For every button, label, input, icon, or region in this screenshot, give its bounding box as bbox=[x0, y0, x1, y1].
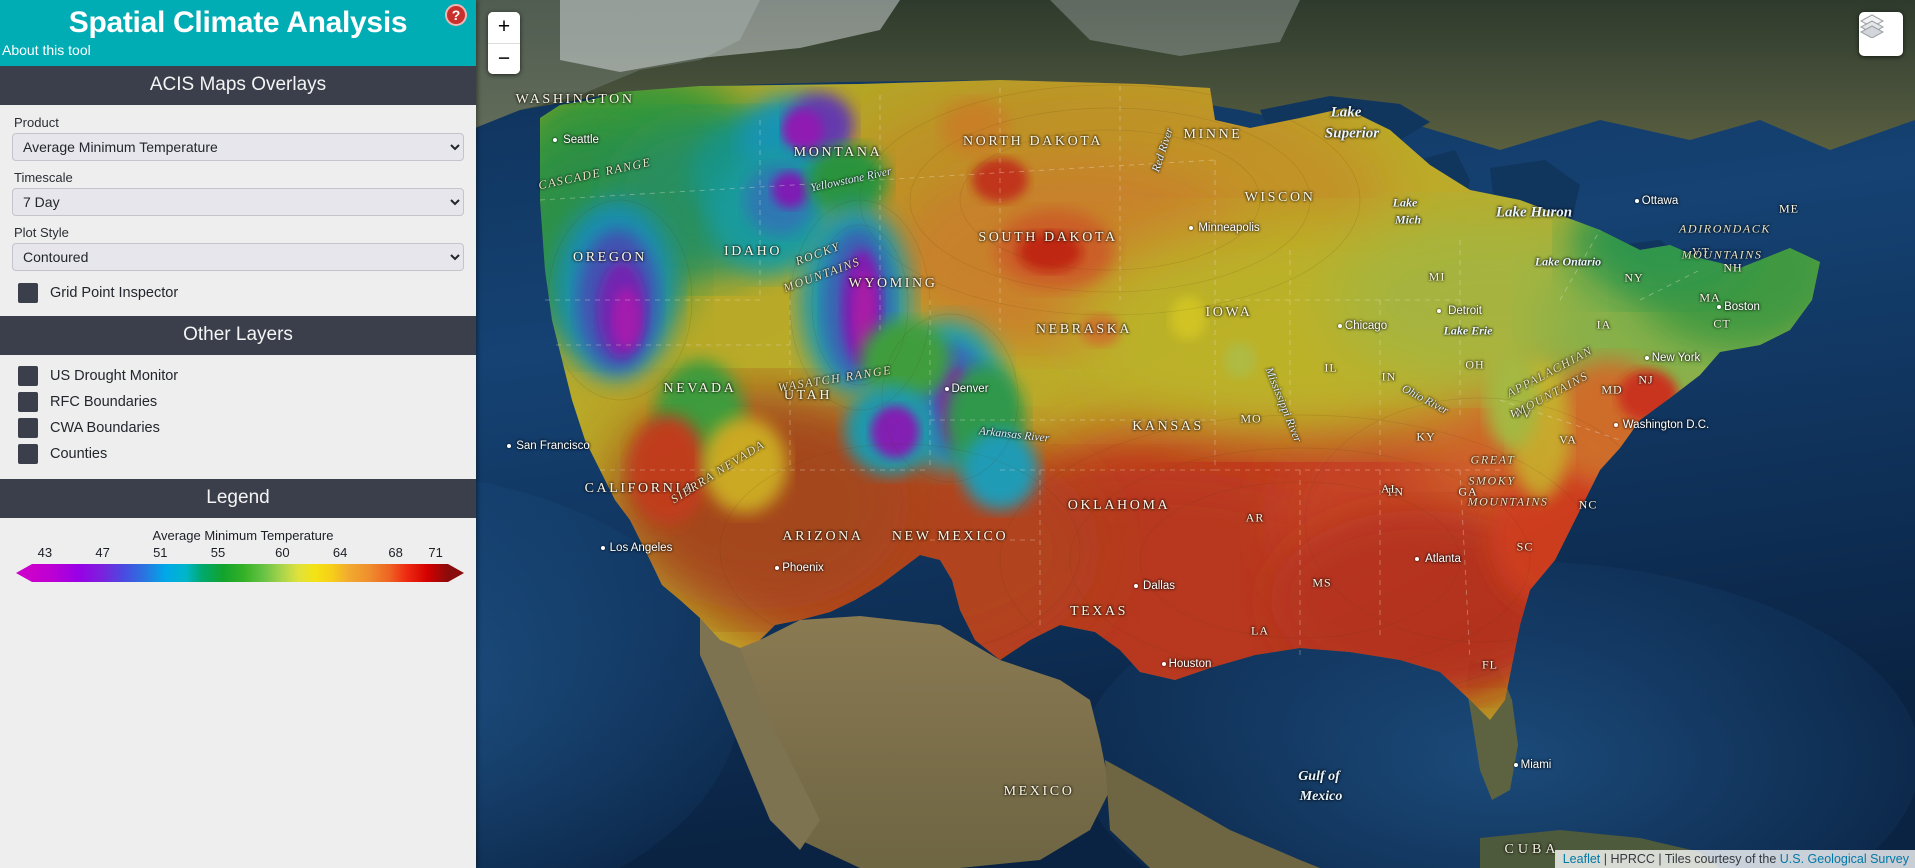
timescale-select[interactable]: 7 Day bbox=[12, 188, 464, 217]
layer-row-rfc-boundaries[interactable]: RFC Boundaries bbox=[12, 389, 464, 415]
legend-title: Average Minimum Temperature bbox=[152, 528, 334, 544]
map-city-dot bbox=[945, 387, 949, 391]
map-city-dot bbox=[1614, 423, 1618, 427]
cwa-boundaries-checkbox[interactable] bbox=[18, 418, 38, 439]
map-city-dot bbox=[1162, 662, 1166, 666]
grid-point-inspector-label: Grid Point Inspector bbox=[50, 285, 179, 302]
product-select[interactable]: Average Minimum Temperature bbox=[12, 133, 464, 162]
map-city-dot bbox=[507, 444, 511, 448]
map-city-dot bbox=[1645, 356, 1649, 360]
map-attribution[interactable]: Leaflet | HPRCC | Tiles courtesy of the … bbox=[1554, 850, 1915, 868]
map-city-dot bbox=[1189, 226, 1193, 230]
about-this-tool-link[interactable]: About this tool bbox=[0, 41, 476, 63]
map-city-dot bbox=[1415, 557, 1419, 561]
legend-tick-47: 47 bbox=[95, 545, 110, 561]
rfc-boundaries-label: RFC Boundaries bbox=[50, 394, 158, 411]
acis-overlays-header: ACIS Maps Overlays bbox=[0, 66, 476, 106]
acis-overlays-body: Product Average Minimum Temperature Time… bbox=[0, 105, 476, 317]
product-field: Product Average Minimum Temperature bbox=[12, 115, 464, 162]
plot-style-select[interactable]: Contoured bbox=[12, 243, 464, 272]
legend-tick-68: 68 bbox=[388, 545, 403, 561]
us-drought-monitor-checkbox[interactable] bbox=[18, 366, 38, 387]
app-root: WASHINGTON MONTANA NORTH DAKOTA SOUTH DAKOT… bbox=[0, 0, 1915, 868]
map-city-dot bbox=[775, 566, 779, 570]
legend-body: Average Minimum Temperature 43 47 51 55 60 64… bbox=[0, 518, 476, 599]
attribution-provider: HPRCC bbox=[1610, 852, 1655, 866]
layer-row-cwa-boundaries[interactable]: CWA Boundaries bbox=[12, 415, 464, 441]
zoom-out-button[interactable]: − bbox=[488, 43, 520, 74]
legend-tick-43: 43 bbox=[37, 545, 53, 561]
legend-tick-51: 51 bbox=[153, 545, 168, 561]
legend-tick-60: 60 bbox=[275, 545, 290, 561]
product-label: Product bbox=[14, 115, 59, 131]
map-city-dot bbox=[553, 138, 557, 142]
attribution-sep-1: | bbox=[1600, 852, 1611, 866]
map-city-dot bbox=[1338, 324, 1342, 328]
zoom-in-button[interactable]: + bbox=[488, 12, 520, 43]
legend-colorbar bbox=[16, 562, 464, 584]
legend-tick-55: 55 bbox=[210, 545, 226, 561]
legend-tick-labels: 43 47 51 55 60 64 68 71 bbox=[16, 545, 460, 562]
sidebar: Spatial Climate Analysis About this tool… bbox=[0, 0, 476, 868]
legend-tick-71: 71 bbox=[428, 545, 443, 561]
leaflet-link[interactable]: Leaflet bbox=[1563, 852, 1601, 866]
map-city-dot bbox=[601, 546, 605, 550]
timescale-field: Timescale 7 Day bbox=[12, 170, 464, 217]
attribution-sep-2: | Tiles courtesy of the bbox=[1654, 852, 1780, 866]
timescale-label: Timescale bbox=[14, 170, 73, 186]
grid-point-inspector-checkbox[interactable] bbox=[18, 283, 38, 304]
page-title: Spatial Climate Analysis bbox=[68, 6, 408, 39]
map-city-dot bbox=[1635, 199, 1639, 203]
map-city-dot bbox=[1134, 584, 1138, 588]
map-city-dot bbox=[1437, 309, 1441, 313]
map-city-dot bbox=[1514, 763, 1518, 767]
layer-row-us-drought-monitor[interactable]: US Drought Monitor bbox=[12, 363, 464, 389]
us-drought-monitor-label: US Drought Monitor bbox=[50, 368, 179, 385]
site-header: Spatial Climate Analysis About this tool… bbox=[0, 0, 476, 67]
layers-control-button[interactable] bbox=[1859, 12, 1903, 56]
layer-row-counties[interactable]: Counties bbox=[12, 441, 464, 467]
plot-style-label: Plot Style bbox=[14, 225, 69, 241]
plot-style-field: Plot Style Contoured bbox=[12, 225, 464, 272]
cwa-boundaries-label: CWA Boundaries bbox=[50, 420, 160, 437]
other-layers-header: Other Layers bbox=[0, 316, 476, 356]
counties-label: Counties bbox=[50, 446, 108, 463]
grid-point-inspector-row[interactable]: Grid Point Inspector bbox=[12, 280, 464, 306]
legend-header: Legend bbox=[0, 479, 476, 519]
zoom-control[interactable]: + − bbox=[488, 12, 520, 74]
other-layers-body: US Drought Monitor RFC Boundaries CWA Bo… bbox=[0, 355, 476, 480]
rfc-boundaries-checkbox[interactable] bbox=[18, 392, 38, 413]
map-city-dot bbox=[1717, 305, 1721, 309]
legend-tick-64: 64 bbox=[332, 545, 348, 561]
usgs-link[interactable]: U.S. Geological Survey bbox=[1780, 852, 1909, 866]
help-icon[interactable]: ? bbox=[445, 4, 467, 26]
counties-checkbox[interactable] bbox=[18, 444, 38, 465]
